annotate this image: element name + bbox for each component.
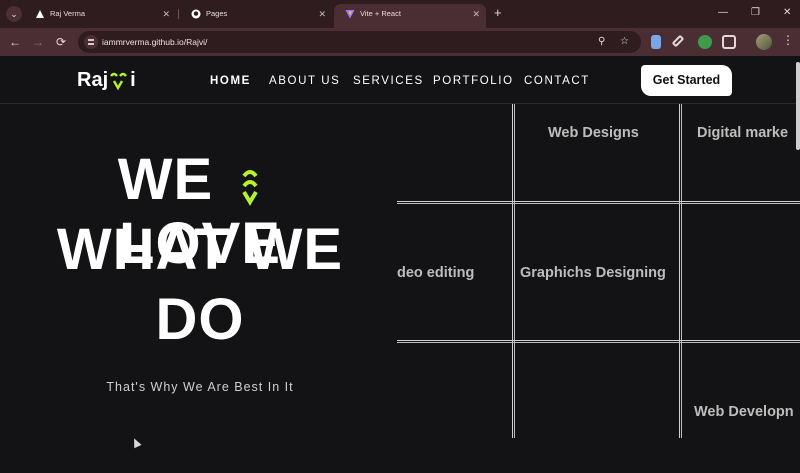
nav-about-us[interactable]: ABOUT US xyxy=(269,75,340,87)
restore-icon[interactable]: ❐ xyxy=(751,7,760,18)
hero-line-3: DO xyxy=(155,287,245,352)
browser-toolbar: ← → ⟳ iammrverma.github.io/Rajvi/ ⚲ ☆ ⋮ xyxy=(0,28,800,56)
service-cell-web-designs: Web Designs xyxy=(548,125,639,141)
grid-line xyxy=(397,340,800,341)
tab-close-icon[interactable]: ✕ xyxy=(162,4,170,24)
site-logo[interactable]: Raj i xyxy=(77,68,136,92)
triangle-favicon-icon xyxy=(36,10,44,18)
reload-icon[interactable]: ⟳ xyxy=(56,34,66,50)
hero-subtitle: That's Why We Are Best In It xyxy=(106,380,294,394)
url-text[interactable]: iammrverma.github.io/Rajvi/ xyxy=(102,31,207,53)
back-icon[interactable]: ← xyxy=(9,34,21,50)
address-bar[interactable]: iammrverma.github.io/Rajvi/ ⚲ ☆ xyxy=(78,31,641,53)
browser-tab-pages[interactable]: Pages ✕ xyxy=(180,4,332,24)
github-favicon-icon xyxy=(191,9,201,19)
browser-tab-raj-verma[interactable]: Raj Verma ✕ xyxy=(24,4,176,24)
tab-search-chevron-icon[interactable]: ⌄ xyxy=(6,6,22,22)
page-scrollbar[interactable] xyxy=(796,62,800,150)
grid-line xyxy=(512,104,513,438)
site-info-icon[interactable] xyxy=(84,35,98,49)
grid-line xyxy=(679,104,680,438)
logo-text-right: i xyxy=(130,69,136,91)
web-page: Raj i HOME ABOUT US SERVICES PORTFOLIO CO… xyxy=(0,56,800,473)
extension-docs-icon[interactable] xyxy=(651,35,661,49)
nav-contact[interactable]: CONTACT xyxy=(524,75,590,87)
new-tab-button[interactable]: + xyxy=(494,5,502,21)
browser-tab-vite-react[interactable]: Vite + React ✕ xyxy=(334,4,486,28)
browser-tab-strip: ⌄ Raj Verma ✕ Pages ✕ Vite + React ✕ + —… xyxy=(0,0,800,28)
service-cell-web-development: Web Developn xyxy=(694,404,794,420)
logo-text-left: Raj xyxy=(77,69,109,91)
zoom-icon[interactable]: ⚲ xyxy=(598,35,605,49)
service-cell-video-editing: deo editing xyxy=(397,265,475,281)
tab-separator xyxy=(178,9,179,19)
hero-word-we: WE xyxy=(117,147,214,212)
vite-favicon-icon xyxy=(345,10,355,19)
window-close-icon[interactable]: ✕ xyxy=(783,7,791,18)
tab-title: Vite + React xyxy=(360,9,401,18)
minimize-icon[interactable]: — xyxy=(718,7,728,18)
tab-title: Raj Verma xyxy=(50,9,86,18)
service-cell-graphics-designing: Graphichs Designing xyxy=(520,265,666,281)
mouse-cursor-icon xyxy=(130,436,142,449)
site-header: Raj i HOME ABOUT US SERVICES PORTFOLIO CO… xyxy=(0,56,800,104)
extensions-puzzle-icon[interactable] xyxy=(722,35,736,49)
tab-close-icon[interactable]: ✕ xyxy=(472,4,480,24)
profile-avatar[interactable] xyxy=(756,34,772,50)
hero-eyes-icon xyxy=(230,159,282,209)
forward-icon[interactable]: → xyxy=(32,34,44,50)
extension-green-icon[interactable] xyxy=(698,35,712,49)
extension-pen-icon[interactable] xyxy=(671,34,685,48)
tab-title: Pages xyxy=(206,9,228,18)
nav-services[interactable]: SERVICES xyxy=(353,75,424,87)
browser-menu-icon[interactable]: ⋮ xyxy=(782,33,794,47)
logo-eyes-icon xyxy=(108,68,130,92)
get-started-button[interactable]: Get Started xyxy=(641,65,732,96)
nav-home[interactable]: HOME xyxy=(210,75,251,87)
service-cell-digital-marketing: Digital marke xyxy=(697,125,789,141)
nav-portfolio[interactable]: PORTFOLIO xyxy=(433,75,514,87)
tab-close-icon[interactable]: ✕ xyxy=(318,4,326,24)
hero-line-2: WHAT WE xyxy=(56,217,344,282)
grid-line xyxy=(397,201,800,202)
bookmark-star-icon[interactable]: ☆ xyxy=(620,35,629,49)
